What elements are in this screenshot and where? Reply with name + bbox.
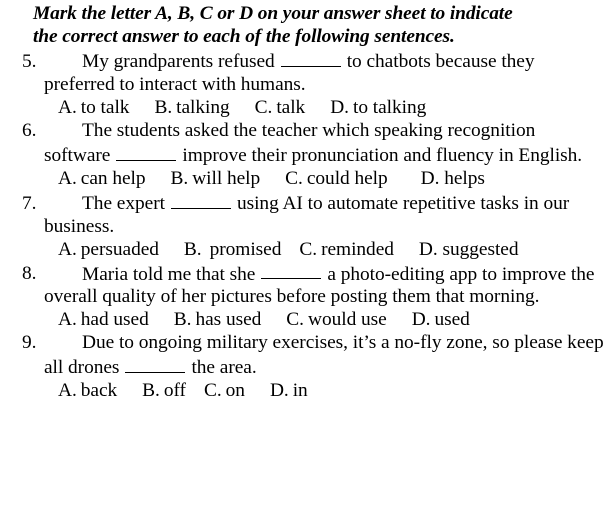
option-text-d[interactable]: to talking — [353, 97, 426, 118]
option-text-d[interactable]: helps — [444, 168, 485, 189]
option-letter-c: C. — [254, 96, 273, 118]
option-text-c[interactable]: could help — [307, 168, 388, 189]
option-letter-c: C. — [285, 167, 303, 189]
question-stem: 5. My grandparents refused to chatbots bec… — [0, 48, 616, 96]
option-text-b[interactable]: will help — [192, 168, 260, 189]
option-text-d[interactable]: used — [434, 309, 469, 330]
question-stem: 9. Due to ongoing military exercises, it’… — [0, 331, 616, 379]
option-row: A. back B. off C. on D. in — [0, 379, 616, 402]
stem-text: Due to ongoing military exercises, it’s … — [82, 332, 510, 354]
option-row: A. can help B. will help C. could help D. help… — [0, 167, 616, 190]
option-letter-d: D. — [420, 167, 440, 189]
question-stem: 8. Maria told me that she a photo-editing … — [0, 261, 616, 309]
stem-text: Maria told me that she — [82, 263, 256, 285]
question-number: 6. — [22, 119, 37, 141]
option-text-c[interactable]: talk — [276, 97, 305, 118]
option-text-a[interactable]: to talk — [81, 97, 130, 118]
option-text-a[interactable]: can help — [81, 168, 146, 189]
stem-text-after: using AI to automate repetitive tasks — [236, 192, 519, 214]
option-letter-c: C. — [203, 380, 222, 402]
stem-text-after: a photo-editing app to — [327, 263, 497, 285]
question-number: 5. — [22, 50, 37, 72]
question-number: 7. — [22, 192, 37, 214]
option-letter-d: D. — [411, 309, 431, 331]
question-number: 9. — [22, 332, 37, 354]
option-text-b[interactable]: off — [164, 380, 186, 401]
option-text-c[interactable]: reminded — [321, 239, 394, 260]
answer-blank[interactable] — [170, 190, 231, 209]
question-stem: 6. The students asked the teacher which s… — [0, 119, 616, 167]
question-stem: 7. The expert using AI to automate repetit… — [0, 190, 616, 238]
option-text-d[interactable]: suggested — [442, 239, 518, 260]
option-letter-b: B. — [154, 96, 173, 118]
answer-blank[interactable] — [261, 261, 322, 280]
option-letter-d: D. — [330, 96, 349, 118]
option-row: A. had used B. has used C. would use D. used — [0, 308, 616, 331]
stem-text-line3: them that morning. — [392, 286, 540, 308]
option-letter-c: C. — [299, 238, 318, 260]
instruction-line-1: Mark the letter A, B, C or D on your ans… — [33, 3, 513, 24]
option-text-d[interactable]: in — [293, 380, 308, 401]
option-row: A. persuaded B. promised C. reminded D. sugges… — [0, 238, 616, 261]
option-text-a[interactable]: had used — [81, 309, 149, 330]
stem-text-after: improve their pronunciation and — [182, 144, 432, 166]
answer-blank[interactable] — [125, 354, 186, 374]
option-letter-b: B. — [170, 167, 189, 189]
stem-text: The expert — [82, 192, 165, 214]
option-letter-d: D. — [418, 238, 438, 260]
option-text-a[interactable]: back — [81, 380, 117, 401]
stem-text-after: to chatbots because — [346, 50, 497, 72]
option-letter-a: A. — [58, 309, 77, 331]
question-number: 8. — [22, 263, 37, 285]
answer-blank[interactable] — [116, 142, 177, 161]
option-text-b[interactable]: promised — [210, 239, 282, 260]
answer-blank[interactable] — [280, 48, 341, 67]
option-text-a[interactable]: persuaded — [81, 239, 159, 260]
option-letter-b: B. — [173, 309, 192, 331]
option-letter-a: A. — [58, 380, 77, 402]
option-text-b[interactable]: talking — [176, 97, 230, 118]
option-letter-d: D. — [269, 380, 289, 402]
option-letter-b: B. — [183, 238, 202, 260]
stem-text: The students asked the teacher which spe… — [82, 119, 443, 141]
instruction-line-2: the correct answer to each of the follow… — [33, 26, 455, 47]
option-letter-a: A. — [58, 238, 77, 260]
option-letter-b: B. — [142, 380, 160, 402]
instruction-heading: Mark the letter A, B, C or D on your ans… — [0, 2, 616, 48]
worksheet-page: Mark the letter A, B, C or D on your ans… — [0, 0, 616, 520]
stem-text: My grandparents refused — [82, 50, 275, 72]
option-text-b[interactable]: has used — [195, 309, 261, 330]
option-letter-a: A. — [58, 167, 77, 189]
question-list: 5. My grandparents refused to chatbots bec… — [0, 48, 616, 402]
option-text-c[interactable]: would use — [308, 309, 387, 330]
stem-text-line3: fluency in English. — [436, 144, 583, 166]
option-text-c[interactable]: on — [226, 380, 245, 401]
stem-text-after: the area. — [191, 357, 257, 379]
option-row: A. to talk B. talking C. talk D. to talking — [0, 96, 616, 119]
option-letter-c: C. — [286, 309, 304, 331]
option-letter-a: A. — [58, 96, 77, 118]
